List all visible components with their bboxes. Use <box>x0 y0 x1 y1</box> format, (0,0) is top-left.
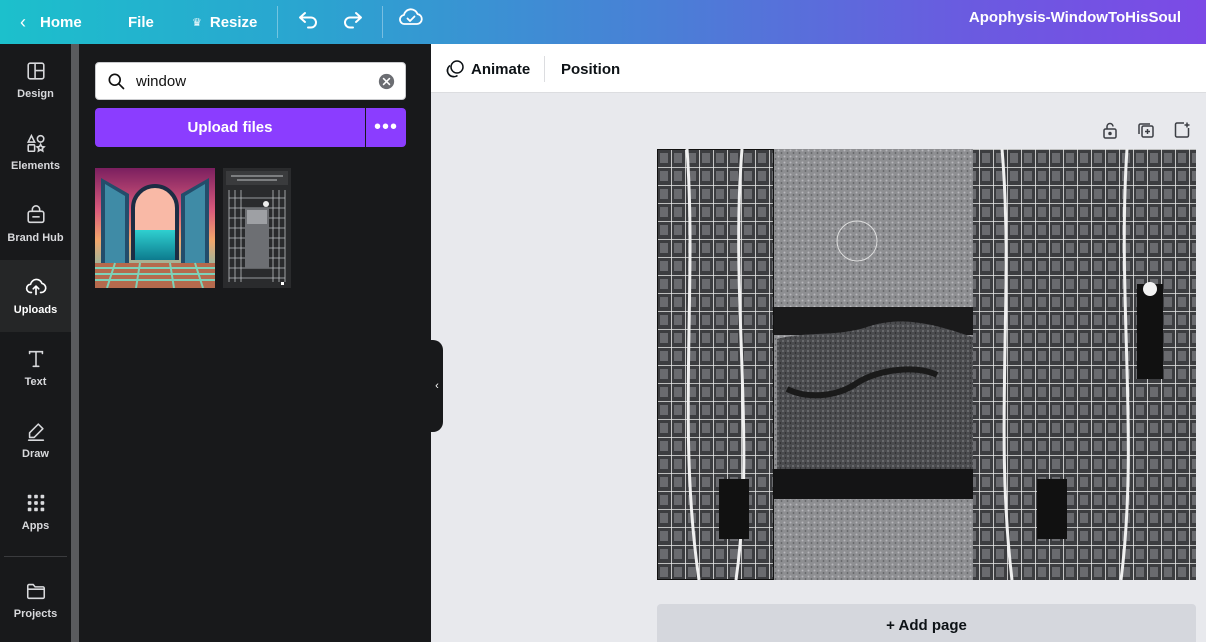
editor-toolbar: Animate Position <box>431 44 1206 93</box>
shapes-icon <box>26 133 46 153</box>
left-rail: Design Elements Brand Hub Uploads Text D… <box>0 44 71 642</box>
animate-label: Animate <box>471 60 531 78</box>
cloud-upload-icon <box>25 278 47 296</box>
rail-label: Draw <box>22 448 49 460</box>
lock-icon[interactable] <box>1101 121 1119 139</box>
position-button[interactable]: Position <box>561 56 620 82</box>
design-canvas[interactable] <box>657 149 1196 580</box>
search-icon <box>108 73 125 90</box>
rail-label: Apps <box>21 520 50 532</box>
resize-button[interactable]: ♛ Resize <box>192 0 257 44</box>
clear-search-icon[interactable] <box>378 73 395 90</box>
crown-icon: ♛ <box>192 16 202 29</box>
toolbar-divider <box>382 6 383 38</box>
rail-item-elements[interactable]: Elements <box>0 116 71 188</box>
top-bar: ‹ Home File ♛ Resize Apophysis-WindowToH… <box>0 0 1206 44</box>
upload-thumbnail-poster[interactable] <box>223 168 291 288</box>
rail-item-uploads[interactable]: Uploads <box>0 260 71 332</box>
undo-icon[interactable] <box>296 6 320 30</box>
search-input[interactable] <box>136 69 366 93</box>
folder-icon <box>26 583 45 600</box>
animate-button[interactable]: Animate <box>445 56 530 82</box>
design-title[interactable]: Apophysis-WindowToHisSoul <box>969 0 1181 34</box>
rail-item-text[interactable]: Text <box>0 332 71 404</box>
panel-scrollbar[interactable] <box>71 44 79 642</box>
add-page-icon[interactable] <box>1173 121 1191 139</box>
draw-icon <box>27 423 44 441</box>
rail-label: Brand Hub <box>7 232 64 244</box>
file-label: File <box>128 13 154 31</box>
brand-hub-icon <box>26 205 45 224</box>
upload-thumbnail-window-sea[interactable] <box>95 168 215 288</box>
toolbar-divider <box>277 6 278 38</box>
rail-label: Elements <box>11 160 60 172</box>
rail-item-design[interactable]: Design <box>0 44 71 116</box>
duplicate-page-icon[interactable] <box>1137 121 1155 139</box>
redo-icon[interactable] <box>341 6 365 30</box>
chevron-left-icon: ‹ <box>20 11 26 32</box>
text-icon <box>28 350 43 368</box>
uploads-panel: Upload files ••• <box>79 44 431 642</box>
file-menu-button[interactable]: File <box>128 0 154 44</box>
rail-divider <box>4 556 67 557</box>
more-options-button[interactable]: ••• <box>366 108 406 147</box>
position-label: Position <box>561 60 621 78</box>
collapse-panel-button[interactable]: ‹ <box>431 340 443 432</box>
cloud-check-icon[interactable] <box>398 6 424 28</box>
rail-label: Text <box>24 376 47 388</box>
add-page-button[interactable]: + Add page <box>657 604 1196 642</box>
rail-label: Uploads <box>13 304 58 316</box>
apps-grid-icon <box>27 494 44 512</box>
upload-files-button[interactable]: Upload files <box>95 108 365 147</box>
rail-item-brand-hub[interactable]: Brand Hub <box>0 188 71 260</box>
rail-label: Projects <box>13 608 58 620</box>
resize-label: Resize <box>209 13 258 31</box>
toolbar-divider <box>544 56 545 82</box>
rail-item-apps[interactable]: Apps <box>0 476 71 548</box>
search-box <box>95 62 406 100</box>
home-button[interactable]: ‹ Home <box>20 0 82 44</box>
home-label: Home <box>40 13 82 31</box>
rail-label: Design <box>17 88 54 100</box>
layout-icon <box>26 62 45 80</box>
animate-icon <box>446 60 464 78</box>
rail-item-projects[interactable]: Projects <box>0 564 71 636</box>
rail-item-draw[interactable]: Draw <box>0 404 71 476</box>
